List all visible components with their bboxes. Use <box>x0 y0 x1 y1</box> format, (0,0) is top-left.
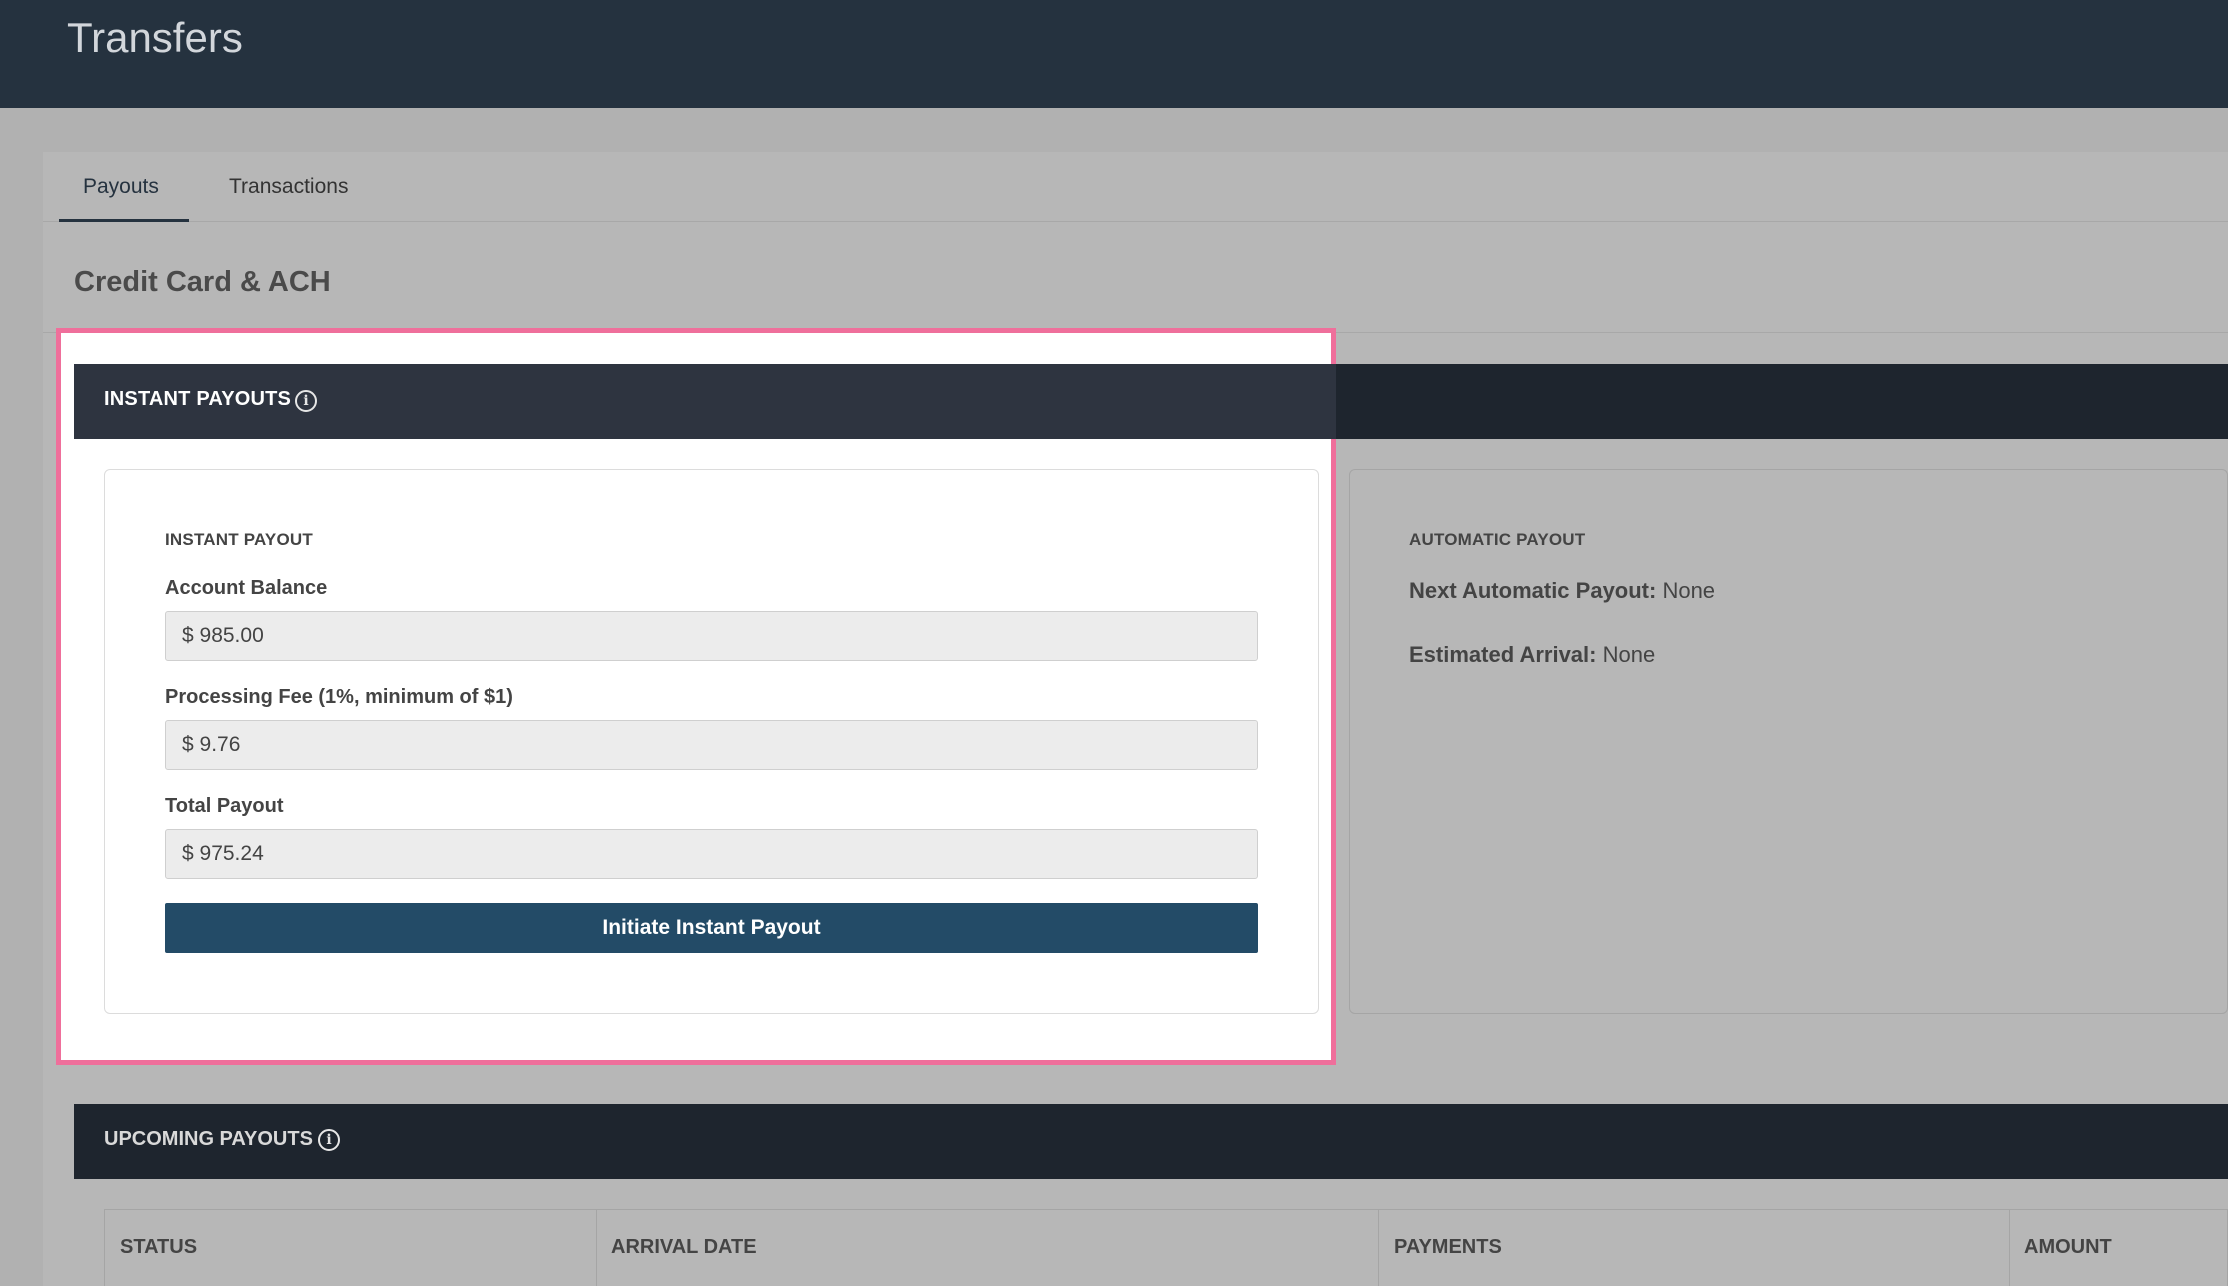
column-header-payments[interactable]: PAYMENTS <box>1394 1236 1502 1259</box>
next-automatic-payout-label: Next Automatic Payout: <box>1409 578 1657 603</box>
column-divider <box>1378 1209 1379 1286</box>
top-bar: Transfers <box>0 0 2228 108</box>
section-title: Credit Card & ACH <box>74 266 331 298</box>
tab-bar: Payouts Transactions <box>43 152 2228 222</box>
processing-fee-label: Processing Fee (1%, minimum of $1) <box>165 686 513 708</box>
info-icon[interactable]: i <box>318 1129 340 1151</box>
column-header-arrival-date[interactable]: ARRIVAL DATE <box>611 1236 757 1259</box>
panel-header-bar <box>1336 364 2228 439</box>
upcoming-payouts-header <box>74 1104 2228 1179</box>
processing-fee-field[interactable]: $ 9.76 <box>165 720 1258 770</box>
initiate-instant-payout-button[interactable]: Initiate Instant Payout <box>165 903 1258 953</box>
info-icon[interactable]: i <box>295 390 317 412</box>
tab-payouts[interactable]: Payouts <box>59 152 189 222</box>
total-payout-field[interactable]: $ 975.24 <box>165 829 1258 879</box>
estimated-arrival-value: None <box>1602 642 1656 667</box>
automatic-payout-card <box>1349 469 2228 1014</box>
total-payout-label: Total Payout <box>165 795 284 817</box>
estimated-arrival-label: Estimated Arrival: <box>1409 642 1597 667</box>
page-title: Transfers <box>67 14 243 61</box>
column-divider <box>596 1209 597 1286</box>
upcoming-payouts-table <box>104 1209 2228 1286</box>
column-header-status[interactable]: STATUS <box>120 1236 197 1259</box>
automatic-payout-caption: AUTOMATIC PAYOUT <box>1409 530 1586 549</box>
account-balance-field[interactable]: $ 985.00 <box>165 611 1258 661</box>
tab-transactions[interactable]: Transactions <box>205 152 405 222</box>
column-divider <box>2009 1209 2010 1286</box>
estimated-arrival: Estimated Arrival: None <box>1409 642 1655 668</box>
next-automatic-payout-value: None <box>1662 578 1716 603</box>
instant-payout-caption: INSTANT PAYOUT <box>165 530 313 549</box>
instant-payouts-title: INSTANT PAYOUTS <box>104 388 292 410</box>
next-automatic-payout: Next Automatic Payout: None <box>1409 578 1715 604</box>
column-header-amount[interactable]: AMOUNT <box>2024 1236 2112 1259</box>
account-balance-label: Account Balance <box>165 577 328 599</box>
upcoming-payouts-title: UPCOMING PAYOUTS <box>104 1128 313 1150</box>
